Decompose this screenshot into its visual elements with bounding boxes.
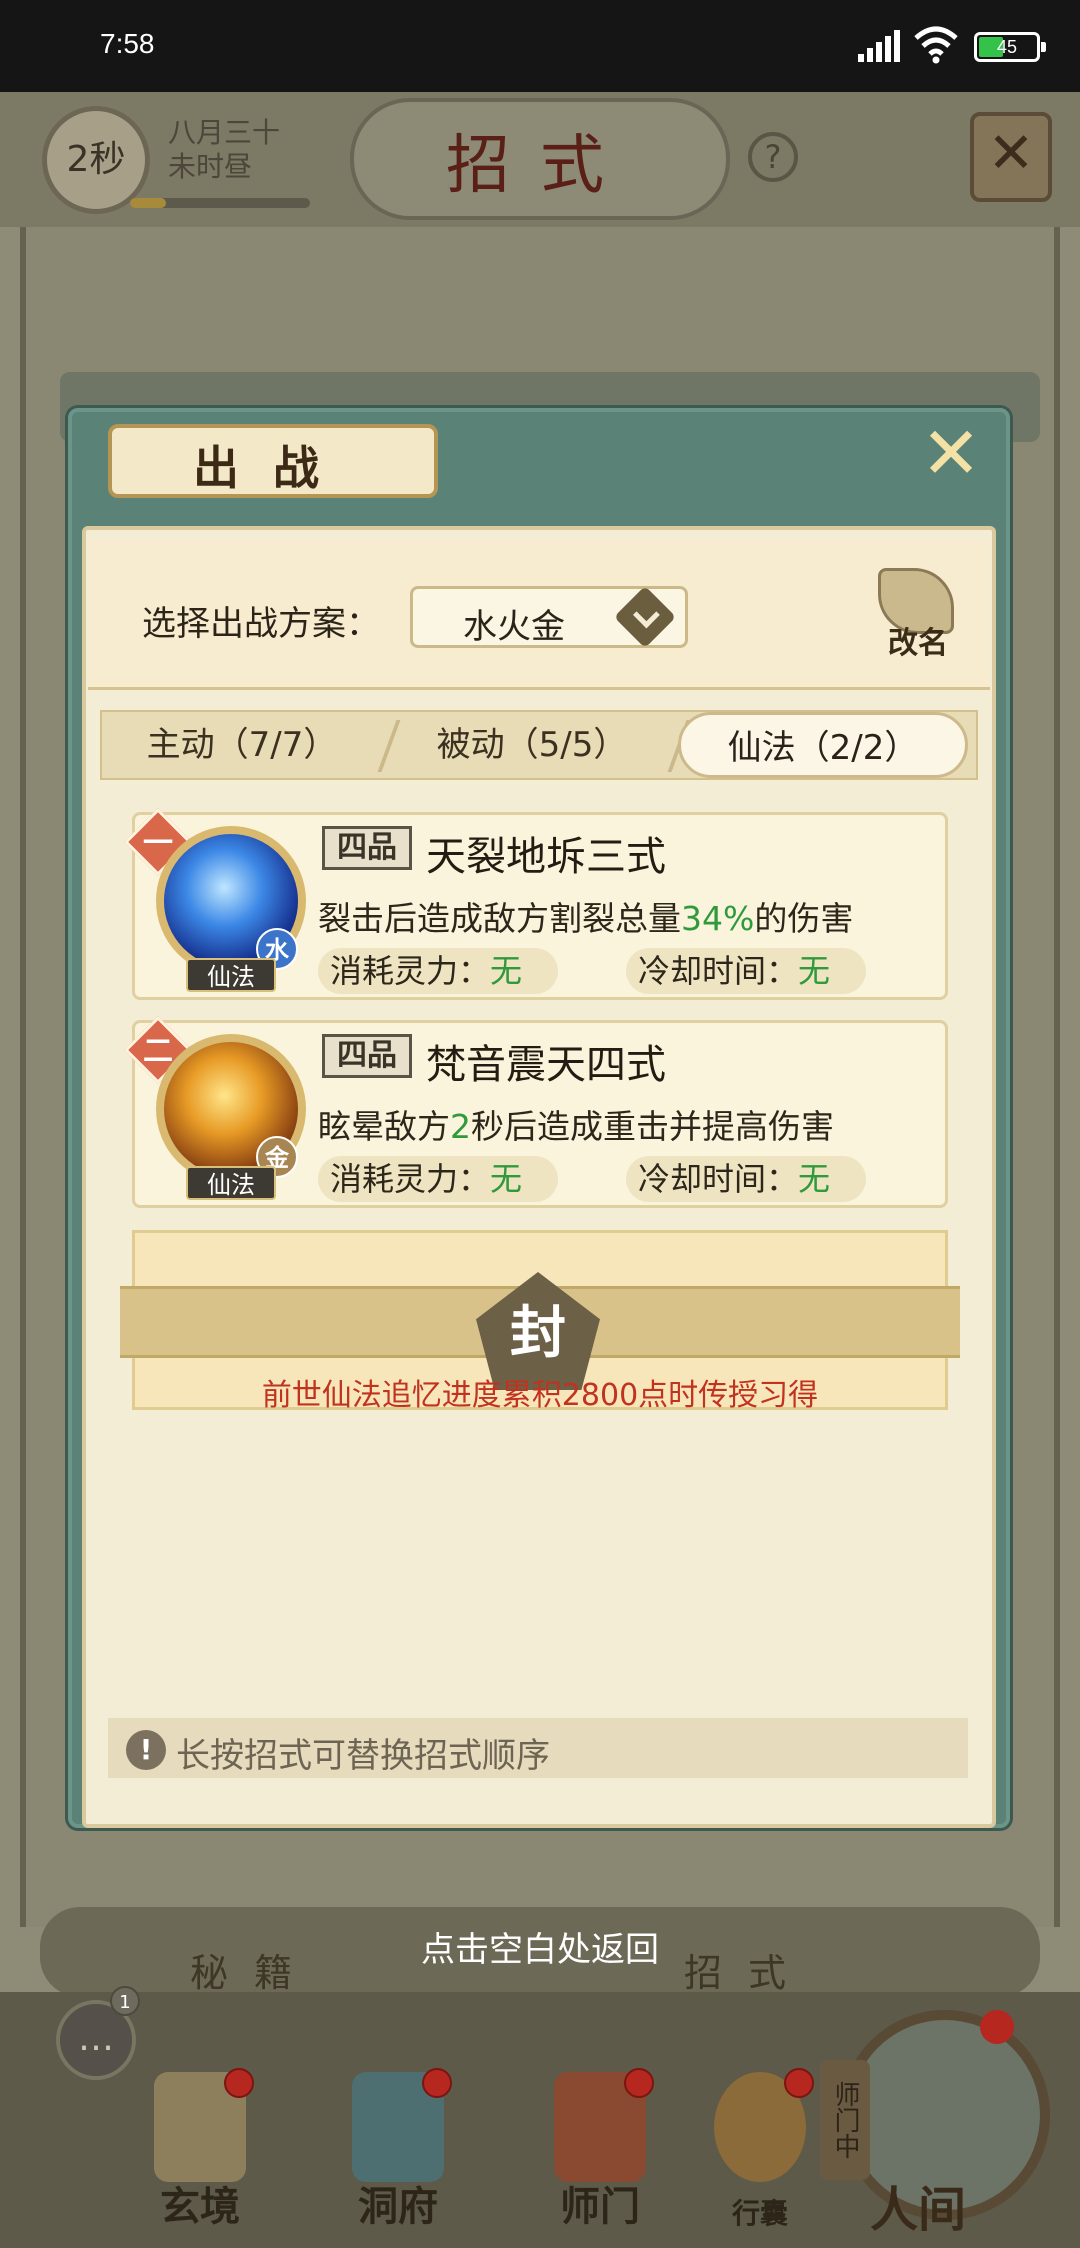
close-icon[interactable]: ✕ [916, 417, 986, 490]
nav-shimen[interactable]: 师门 [520, 2068, 680, 2248]
desc-text: 眩晕敌方 [318, 1107, 450, 1146]
grade-badge: 四品 [322, 826, 412, 870]
cost-stat: 消耗灵力：无 [318, 1156, 558, 1202]
nav-label: 行囊 [731, 2197, 788, 2230]
cost-label: 消耗灵力： [330, 1160, 491, 1198]
cost-value: 无 [490, 952, 523, 990]
scheme-value: 水火金 [463, 607, 565, 647]
red-dot-badge [422, 2068, 452, 2098]
desc-highlight: 34% [681, 899, 755, 938]
rename-label: 改名 [888, 626, 948, 661]
status-time: 7:58 [100, 28, 155, 59]
skill-name: 天裂地坼三式 [426, 834, 666, 880]
cooldown-label: 冷却时间： [638, 1160, 799, 1198]
type-tag: 仙法 [186, 958, 276, 992]
grade-badge: 四品 [322, 1034, 412, 1078]
game-date: 八月三十 未时昼 [168, 116, 280, 184]
desc-text: 裂击后造成敌方割裂总量 [318, 899, 681, 938]
red-dot-badge [980, 2010, 1014, 2044]
page-title: 招式 [446, 129, 634, 203]
help-button[interactable]: ? [748, 132, 798, 182]
world-side-label: 师门中 [820, 2060, 870, 2180]
modal-title: 出战 [193, 441, 353, 495]
desc-highlight: 2 [450, 1107, 471, 1146]
skill-description: 眩晕敌方2秒后造成重击并提高伤害 [318, 1100, 834, 1148]
cost-label: 消耗灵力： [330, 952, 491, 990]
nav-xingnang[interactable]: 行囊 [700, 2068, 820, 2248]
battery-percent: 45 [996, 37, 1018, 57]
close-icon[interactable]: ✕ [970, 112, 1052, 202]
red-dot-badge [224, 2068, 254, 2098]
red-dot-badge [624, 2068, 654, 2098]
world-label[interactable]: 人间 [870, 2170, 966, 2240]
unlock-hint: 前世仙法追忆进度累积2800点时传授习得 [261, 1378, 819, 1413]
time-progress-fill [130, 198, 166, 208]
scheme-dropdown[interactable]: 水火金 [410, 585, 688, 649]
wifi-icon [914, 26, 958, 64]
cooldown-stat: 冷却时间：无 [626, 948, 866, 994]
cooldown-value: 无 [798, 1160, 831, 1198]
time-progress-bar [130, 198, 310, 208]
type-tag: 仙法 [186, 1166, 276, 1200]
desc-text: 秒后造成重击并提高伤害 [471, 1107, 834, 1146]
date-line-1: 八月三十 [168, 116, 281, 149]
desc-text: 的伤害 [754, 899, 854, 938]
cooldown-value: 无 [798, 952, 831, 990]
cooldown-label: 冷却时间： [638, 952, 799, 990]
status-bar: 7:58 45 [0, 0, 1080, 92]
cooldown-stat: 冷却时间：无 [626, 1156, 866, 1202]
battery-icon: 45 [974, 32, 1046, 62]
tab-immortal-arts[interactable]: 仙法（2/2） [678, 712, 968, 778]
cost-value: 无 [490, 1160, 523, 1198]
rename-button[interactable]: 改名 [868, 562, 968, 662]
tab-active-skills[interactable]: 主动（7/7） [102, 712, 382, 778]
skill-name: 梵音震天四式 [426, 1042, 666, 1088]
nav-xuanjing[interactable]: 玄境 [120, 2068, 280, 2248]
nav-label: 师门 [560, 2183, 640, 2230]
scheme-label: 选择出战方案： [142, 604, 380, 644]
skill-tabs: 主动（7/7） 被动（5/5） 仙法（2/2） [100, 710, 978, 780]
nav-label: 玄境 [160, 2183, 240, 2230]
tab-passive-skills[interactable]: 被动（5/5） [392, 712, 672, 778]
info-icon: ! [126, 1730, 166, 1770]
seal-label: 封 [510, 1300, 566, 1366]
signal-icon [858, 30, 900, 62]
date-line-2: 未时昼 [168, 150, 253, 183]
skill-description: 裂击后造成敌方割裂总量34%的伤害 [318, 892, 853, 940]
nav-label: 洞府 [358, 2183, 438, 2230]
chat-badge: 1 [110, 1986, 140, 2016]
cost-stat: 消耗灵力：无 [318, 948, 558, 994]
red-dot-badge [784, 2068, 814, 2098]
chevron-down-icon [613, 585, 677, 649]
tip-text: 长按招式可替换招式顺序 [176, 1736, 550, 1776]
nav-dongfu[interactable]: 洞府 [318, 2068, 478, 2248]
return-hint[interactable]: 点击空白处返回 [0, 1922, 1080, 1971]
